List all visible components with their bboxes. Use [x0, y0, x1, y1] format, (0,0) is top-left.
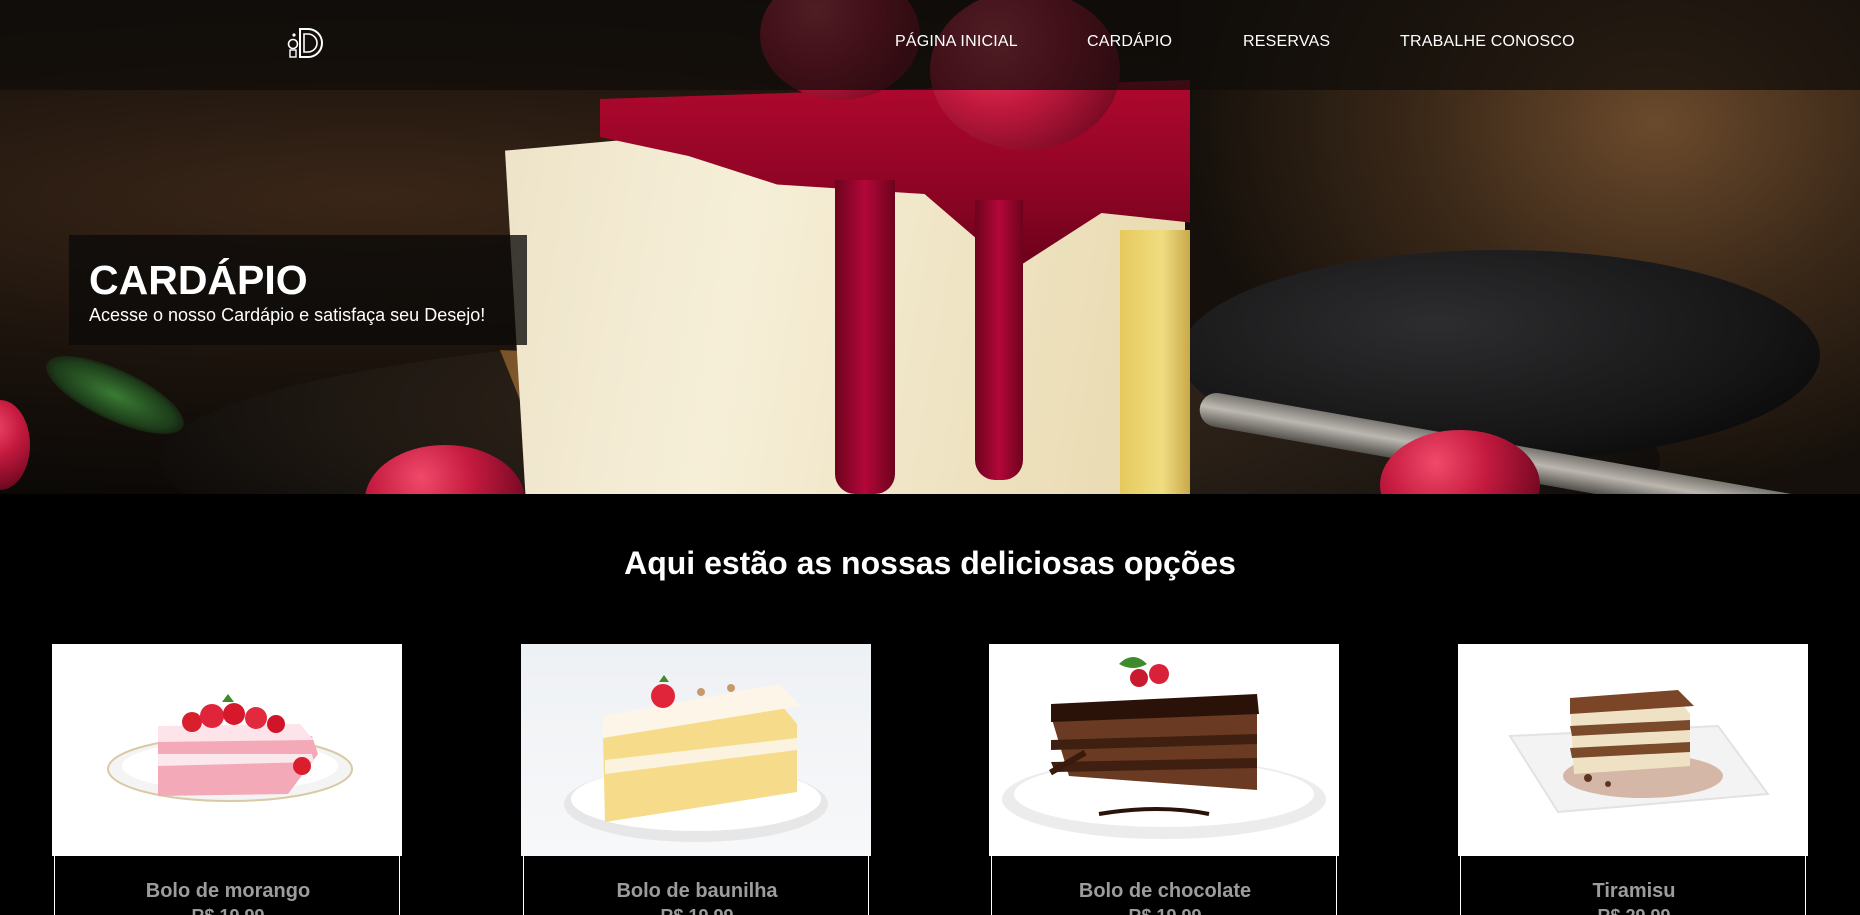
hero-sauce-drip: [975, 200, 1023, 480]
tiramisu-icon: [1458, 644, 1808, 856]
product-card-footer: Bolo de morango R$ 19,99: [54, 856, 400, 915]
vanilla-cake-icon: [521, 644, 871, 856]
nav-home-link[interactable]: PÁGINA INICIAL: [895, 33, 1018, 51]
product-card-footer: Bolo de chocolate R$ 19,99: [991, 856, 1337, 915]
product-card-footer: Tiramisu R$ 29,99: [1460, 856, 1806, 915]
product-card-footer: Bolo de baunilha R$ 19,99: [523, 856, 869, 915]
page-title: CARDÁPIO: [89, 257, 308, 303]
product-price: R$ 19,99: [524, 906, 870, 915]
product-price: R$ 19,99: [55, 906, 401, 915]
nav-menu-link[interactable]: CARDÁPIO: [1087, 33, 1172, 51]
hero-cheesecake-edge: [1120, 230, 1190, 494]
hero-subtitle: Acesse o nosso Cardápio e satisfaça seu …: [89, 305, 486, 325]
product-name: Bolo de chocolate: [1078, 880, 1252, 902]
top-navbar: PÁGINA INICIAL CARDÁPIO RESERVAS TRABALH…: [0, 0, 1860, 90]
hero-sauce-drip: [835, 180, 895, 494]
product-price: R$ 29,99: [1461, 906, 1807, 915]
nav-reservations-link[interactable]: RESERVAS: [1243, 33, 1330, 51]
product-card-chocolate[interactable]: Bolo de chocolate R$ 19,99: [989, 644, 1339, 915]
product-name: Bolo de morango: [145, 880, 311, 902]
strawberry-cake-icon: [52, 644, 402, 856]
logo-icon[interactable]: [286, 26, 324, 60]
product-card-tiramisu[interactable]: Tiramisu R$ 29,99: [1458, 644, 1808, 915]
nav-careers-link[interactable]: TRABALHE CONOSCO: [1400, 33, 1575, 51]
hero-caption: CARDÁPIO Acesse o nosso Cardápio e satis…: [69, 235, 527, 345]
product-price: R$ 19,99: [992, 906, 1338, 915]
product-card-strawberry[interactable]: Bolo de morango R$ 19,99: [52, 644, 402, 915]
hero-raspberry: [0, 400, 30, 490]
chocolate-cake-icon: [989, 644, 1339, 856]
product-card-vanilla[interactable]: Bolo de baunilha R$ 19,99: [521, 644, 871, 915]
section-title: Aqui estão as nossas deliciosas opções: [624, 545, 1236, 581]
product-name: Bolo de baunilha: [616, 880, 778, 902]
product-name: Tiramisu: [1592, 880, 1676, 902]
hero-leaf: [36, 340, 194, 450]
